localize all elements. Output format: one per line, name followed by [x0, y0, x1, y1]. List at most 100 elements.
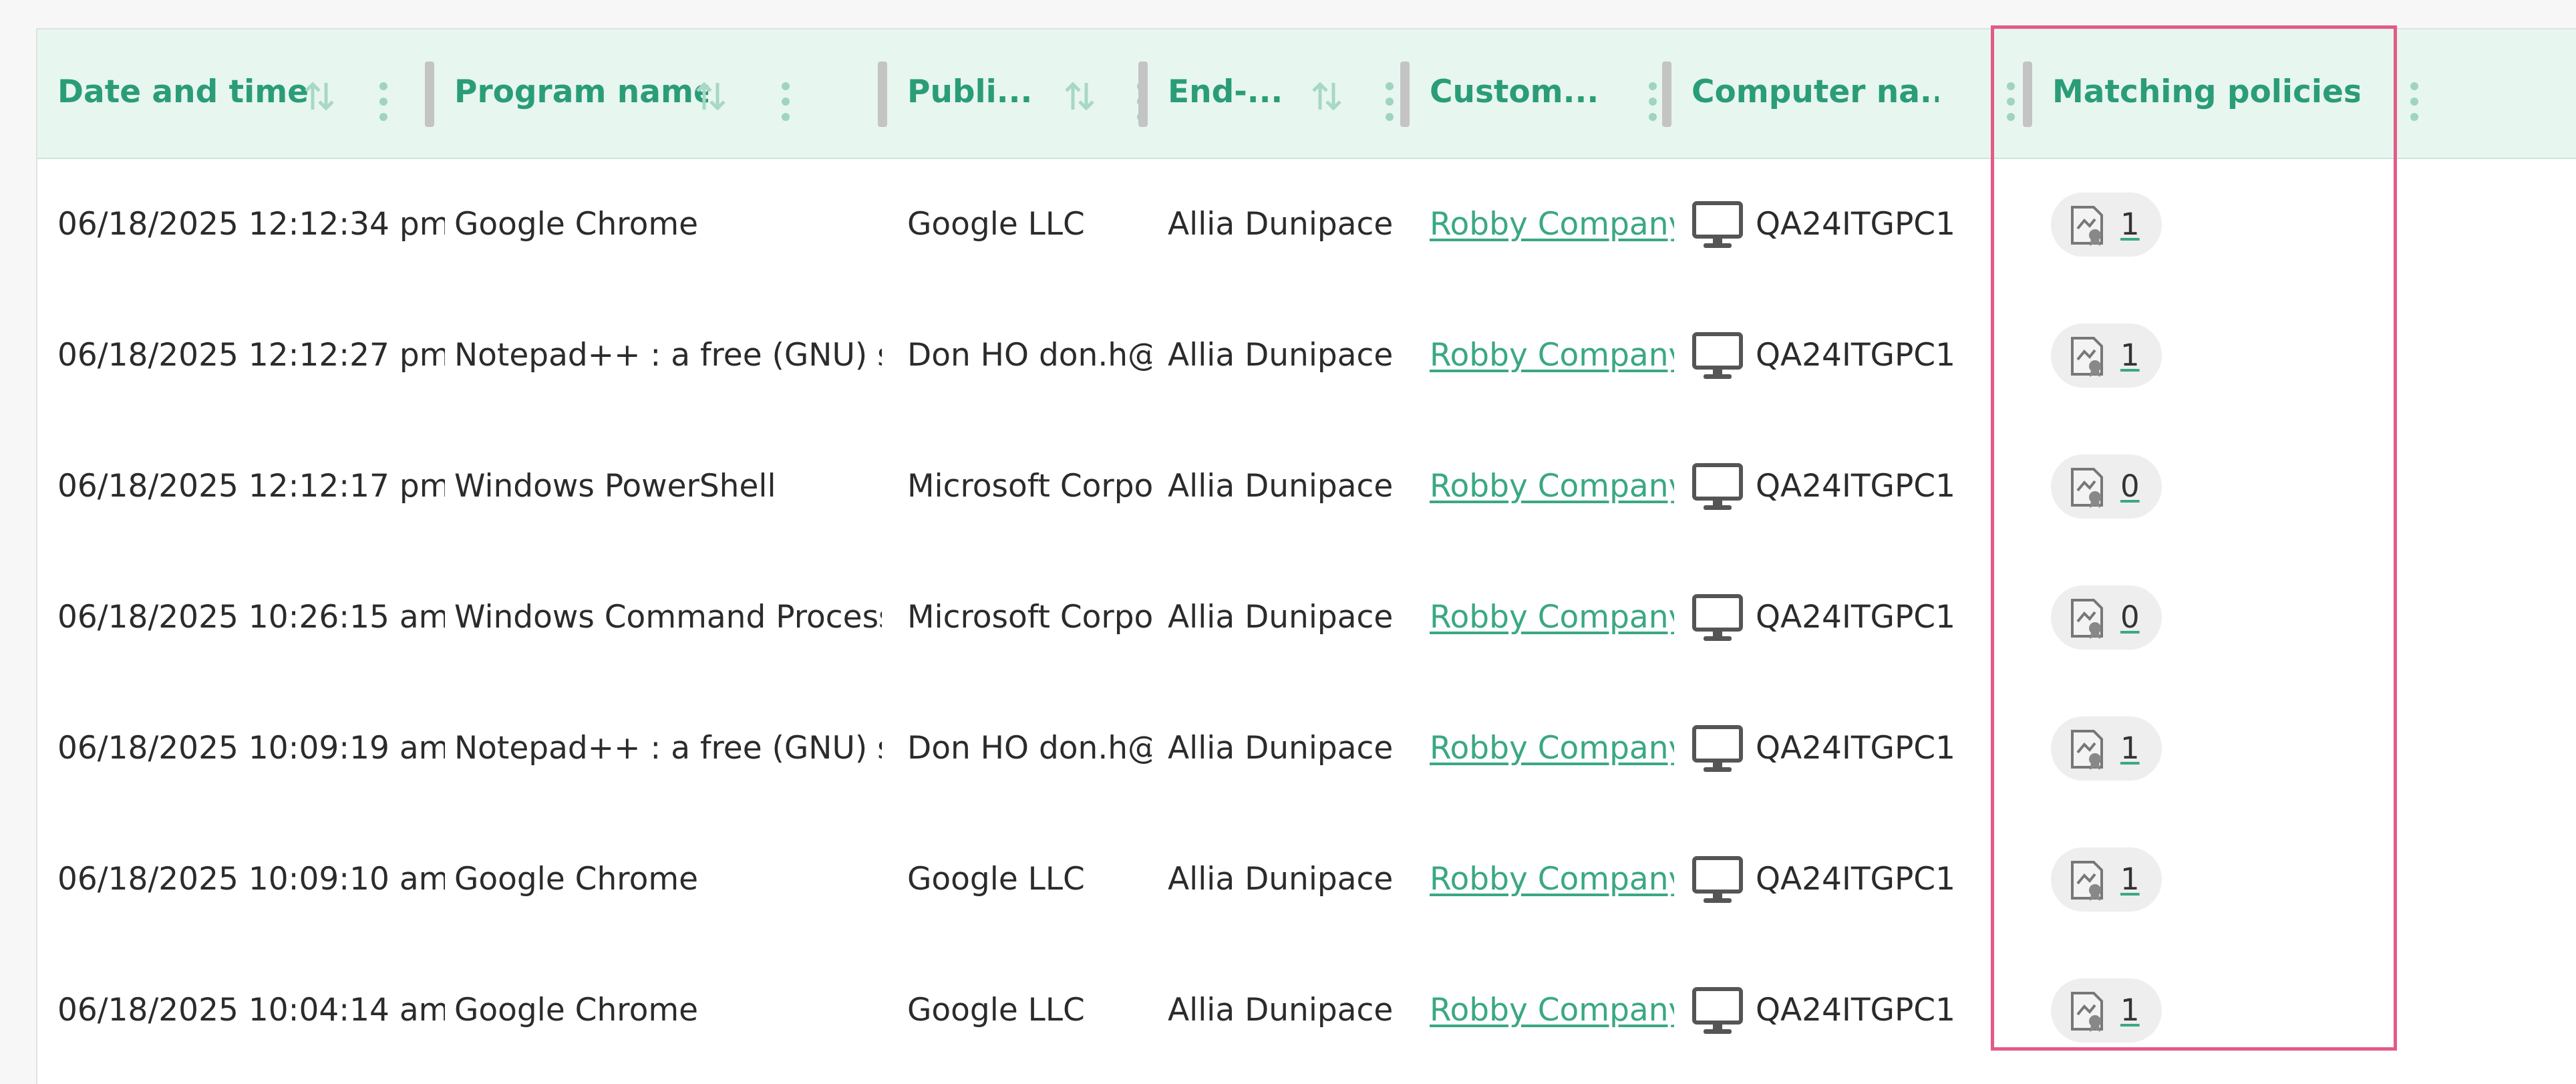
cell-publisher: Microsoft Corpo	[907, 599, 1152, 636]
cell-end-user: Allia Dunipace	[1168, 992, 1394, 1029]
customer-link[interactable]: Robby Company	[1430, 859, 1674, 900]
customer-link[interactable]: Robby Company	[1430, 990, 1674, 1031]
cell-computer-name: QA24ITGPC1	[1756, 599, 1956, 636]
cell-publisher: Google LLC	[907, 206, 1085, 243]
cell-end-user: Allia Dunipace	[1168, 337, 1394, 374]
column-resizer[interactable]	[2023, 61, 2032, 127]
cell-program-name: Google Chrome	[454, 992, 699, 1029]
column-header-publisher[interactable]: Publi...	[887, 29, 1154, 158]
certificate-icon	[2071, 599, 2103, 639]
column-resizer[interactable]	[1662, 61, 1671, 127]
column-menu-icon[interactable]	[779, 80, 792, 124]
matching-policies-count: 1	[2120, 992, 2140, 1028]
column-resizer[interactable]	[878, 61, 887, 127]
matching-policies-badge[interactable]: 0	[2051, 454, 2162, 519]
cell-end-user: Allia Dunipace	[1168, 468, 1394, 505]
certificate-icon	[2071, 992, 2103, 1032]
column-header-label: Computer na...	[1692, 74, 1939, 110]
column-header-label: Matching policies	[2052, 74, 2360, 110]
sort-icon[interactable]	[691, 76, 731, 116]
matching-policies-count: 0	[2120, 468, 2140, 504]
column-header-label: Publi...	[907, 74, 1033, 110]
cell-publisher: Google LLC	[907, 992, 1085, 1029]
certificate-icon	[2071, 468, 2103, 508]
matching-policies-badge[interactable]: 1	[2051, 192, 2162, 257]
column-menu-icon[interactable]	[1383, 80, 1396, 124]
customer-link[interactable]: Robby Company	[1430, 205, 1674, 245]
cell-datetime: 06/18/2025 12:12:27 pm	[57, 337, 445, 374]
matching-policies-count: 1	[2120, 337, 2140, 373]
column-header-matching-policies[interactable]: Matching policies	[2032, 29, 2433, 158]
customer-link[interactable]: Robby Company	[1430, 335, 1674, 376]
cell-computer-name: QA24ITGPC1	[1756, 730, 1956, 767]
column-header-label: End-...	[1168, 74, 1281, 110]
column-menu-icon[interactable]	[2004, 80, 2018, 124]
table-row[interactable]: 06/18/2025 10:04:14 am Google Chrome Goo…	[37, 945, 2576, 1076]
cell-datetime: 06/18/2025 12:12:34 pm	[57, 206, 445, 243]
column-header-program-name[interactable]: Program name	[434, 29, 915, 158]
events-table: Date and time Program name Publi... End-…	[36, 28, 2576, 1084]
customer-link[interactable]: Robby Company	[1430, 597, 1674, 638]
cell-end-user: Allia Dunipace	[1168, 599, 1394, 636]
sort-icon[interactable]	[299, 76, 339, 116]
cell-publisher: Don HO don.h@	[907, 337, 1152, 374]
cell-publisher: Microsoft Corpo	[907, 468, 1152, 505]
matching-policies-count: 1	[2120, 207, 2140, 242]
cell-computer-name: QA24ITGPC1	[1756, 861, 1956, 898]
column-header-date-time[interactable]: Date and time	[37, 29, 425, 158]
cell-datetime: 06/18/2025 12:12:17 pm	[57, 468, 445, 505]
cell-datetime: 06/18/2025 10:26:15 am	[57, 599, 445, 636]
matching-policies-badge[interactable]: 1	[2051, 323, 2162, 388]
table-row[interactable]: 06/18/2025 12:12:17 pm Windows PowerShel…	[37, 421, 2576, 552]
matching-policies-count: 1	[2120, 730, 2140, 766]
cell-computer-name: QA24ITGPC1	[1756, 206, 1956, 243]
computer-monitor-icon	[1692, 725, 1743, 772]
column-header-end-user[interactable]: End-...	[1148, 29, 1408, 158]
cell-datetime: 06/18/2025 10:09:19 am	[57, 730, 445, 767]
certificate-icon	[2071, 730, 2103, 770]
column-menu-icon[interactable]	[1646, 80, 1659, 124]
cell-datetime: 06/18/2025 10:04:14 am	[57, 992, 445, 1029]
column-menu-icon[interactable]	[377, 80, 390, 124]
column-resizer[interactable]	[425, 61, 434, 127]
column-header-computer-name[interactable]: Computer na...	[1671, 29, 2023, 158]
cell-computer-name: QA24ITGPC1	[1756, 468, 1956, 505]
matching-policies-badge[interactable]: 1	[2051, 978, 2162, 1043]
computer-monitor-icon	[1692, 594, 1743, 641]
table-row[interactable]: 06/18/2025 10:09:10 am Google Chrome Goo…	[37, 814, 2576, 945]
column-menu-icon[interactable]	[2408, 80, 2421, 124]
column-resizer[interactable]	[1400, 61, 1410, 127]
customer-link[interactable]: Robby Company	[1430, 466, 1674, 507]
cell-program-name: Notepad++ : a free (GNU) so	[454, 730, 882, 767]
cell-program-name: Notepad++ : a free (GNU) so	[454, 337, 882, 374]
matching-policies-badge[interactable]: 0	[2051, 585, 2162, 650]
computer-monitor-icon	[1692, 987, 1743, 1034]
cell-computer-name: QA24ITGPC1	[1756, 337, 1956, 374]
cell-end-user: Allia Dunipace	[1168, 206, 1394, 243]
matching-policies-badge[interactable]: 1	[2051, 847, 2162, 912]
column-resizer[interactable]	[1138, 61, 1148, 127]
table-row[interactable]: 06/18/2025 12:12:27 pm Notepad++ : a fre…	[37, 290, 2576, 421]
matching-policies-count: 0	[2120, 599, 2140, 635]
matching-policies-count: 1	[2120, 861, 2140, 897]
cell-program-name: Google Chrome	[454, 206, 699, 243]
computer-monitor-icon	[1692, 856, 1743, 903]
cell-publisher: Don HO don.h@	[907, 730, 1152, 767]
computer-monitor-icon	[1692, 201, 1743, 248]
cell-program-name: Windows Command Process	[454, 599, 882, 636]
table-header: Date and time Program name Publi... End-…	[37, 29, 2576, 159]
certificate-icon	[2071, 861, 2103, 901]
matching-policies-badge[interactable]: 1	[2051, 716, 2162, 781]
cell-datetime: 06/18/2025 10:09:10 am	[57, 861, 445, 898]
table-row[interactable]: 06/18/2025 10:26:15 am Windows Command P…	[37, 552, 2576, 683]
column-header-customer[interactable]: Custom...	[1410, 29, 1666, 158]
sort-icon[interactable]	[1307, 76, 1347, 116]
cell-program-name: Windows PowerShell	[454, 468, 776, 505]
table-row[interactable]: 06/18/2025 12:12:34 pm Google Chrome Goo…	[37, 159, 2576, 290]
customer-link[interactable]: Robby Company	[1430, 728, 1674, 769]
certificate-icon	[2071, 337, 2103, 377]
certificate-icon	[2071, 206, 2103, 246]
computer-monitor-icon	[1692, 332, 1743, 379]
sort-icon[interactable]	[1060, 76, 1100, 116]
table-row[interactable]: 06/18/2025 10:09:19 am Notepad++ : a fre…	[37, 683, 2576, 814]
